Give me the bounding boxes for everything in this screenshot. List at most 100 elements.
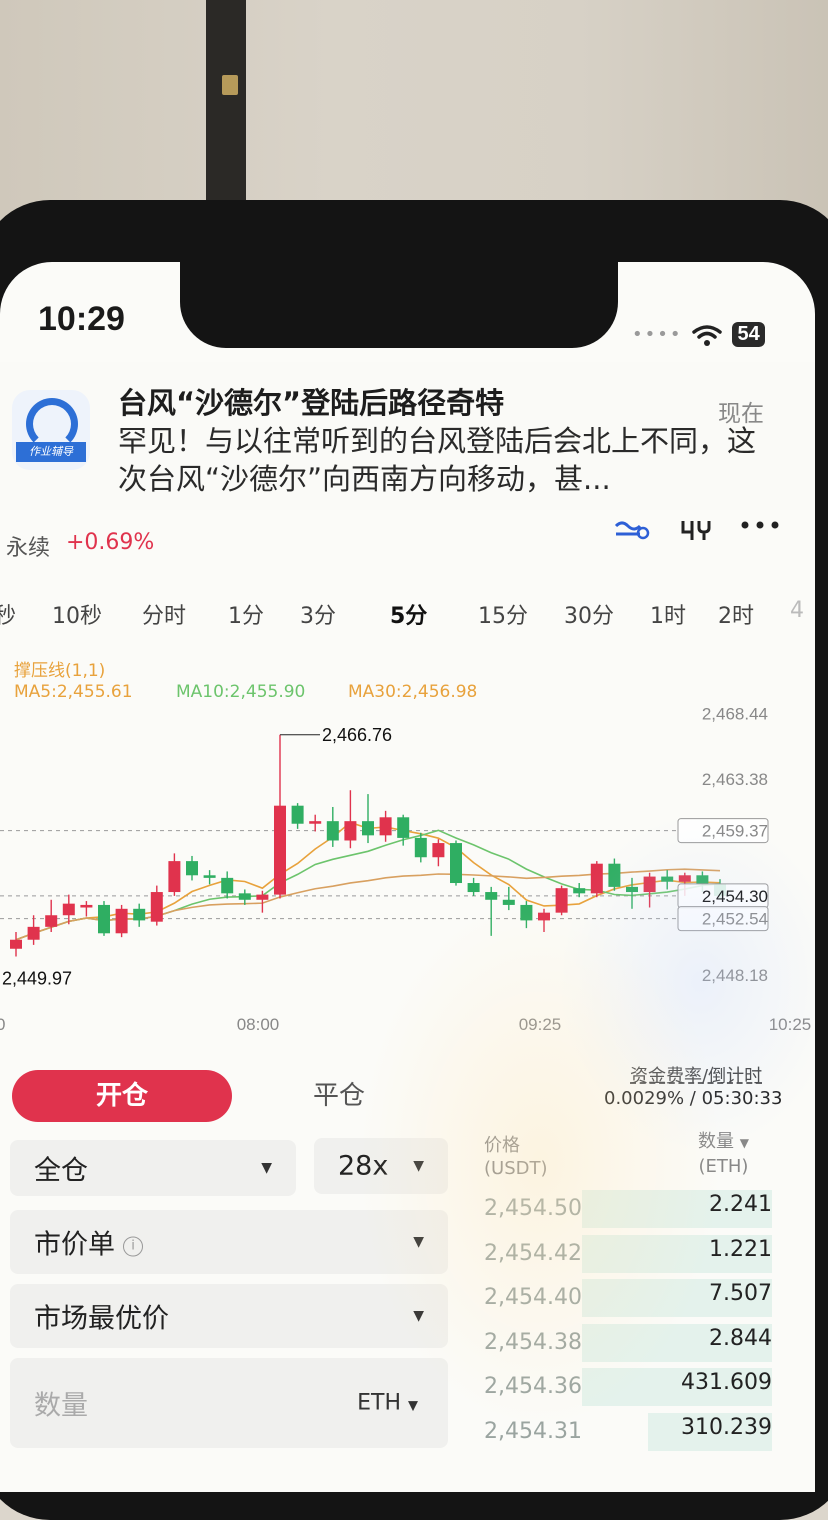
quantity-unit-select[interactable]: ETH ▼ (357, 1391, 418, 1416)
x-tick-label: 10:25 (769, 1015, 812, 1034)
candle-body (80, 904, 93, 908)
orderbook-qty-header[interactable]: 数量 ▼ (ETH) (698, 1130, 749, 1178)
notification-banner[interactable]: 作业辅导 台风“沙德尔”登陆后路径奇特 现在 罕见！与以往常听到的台风登陆后会北… (0, 362, 815, 510)
y-tick-label: 2,468.44 (702, 705, 768, 724)
orderbook-price: 2,454.38 (484, 1329, 582, 1355)
orderbook-qty: 2.241 (709, 1192, 772, 1217)
leverage-select[interactable]: 28x ▼ (314, 1138, 448, 1194)
tab-4h[interactable]: 4 (790, 598, 804, 623)
tab-2h[interactable]: 2时 (718, 598, 754, 630)
leverage-value: 28x (338, 1150, 389, 1182)
orderbook-price: 2,454.50 (484, 1196, 582, 1221)
tab-timeshare[interactable]: 分时 (142, 598, 186, 630)
orderbook-qty: 2.844 (709, 1325, 772, 1351)
candle-body (661, 876, 674, 882)
chevron-down-icon: ▼ (261, 1160, 272, 1176)
y-tick-label: 2,454.30 (702, 887, 768, 906)
chart-settings-icon[interactable] (614, 518, 650, 551)
candle-body (10, 939, 22, 949)
more-icon[interactable] (740, 512, 780, 545)
status-icons: •••• 54 (632, 322, 765, 347)
qty-header-label: 数量 ▼ (698, 1130, 749, 1155)
candle-body (432, 843, 445, 858)
tab-5m[interactable]: 5分 (390, 598, 427, 630)
candle-body (626, 886, 638, 893)
wifi-icon (692, 324, 723, 346)
notification-body: 罕见！与以往常听到的台风登陆后会北上不同，这次台风“沙德尔”向西南方向移动，甚.… (118, 424, 757, 496)
order-type-select[interactable]: 市价单 i ▼ (10, 1210, 448, 1274)
tab-3m[interactable]: 3分 (300, 598, 336, 630)
candle-body (573, 888, 586, 894)
y-tick-label: 2,459.37 (702, 822, 768, 841)
candlestick-chart[interactable]: 撑压线(1,1) MA5:2,455.61 MA10:2,455.90 MA30… (0, 650, 815, 1050)
low-annotation: 2,449.97 (2, 968, 72, 988)
orderbook-price: 2,454.42 (484, 1240, 582, 1266)
candle-body (555, 888, 568, 913)
tab-seconds[interactable]: 秒 (0, 598, 16, 630)
candle-body (379, 817, 392, 836)
battery-icon: 54 (732, 322, 765, 347)
close-position-tab[interactable]: 平仓 (232, 1070, 446, 1122)
price-mode-select[interactable]: 市场最优价 ▼ (10, 1284, 448, 1348)
candle-body (520, 904, 533, 921)
orderbook-row[interactable]: 2,454.36 431.609 (484, 1366, 772, 1410)
orderbook-qty: 431.609 (681, 1370, 772, 1396)
chevron-down-icon: ▼ (413, 1234, 424, 1250)
y-tick-label: 2,463.38 (702, 770, 768, 789)
orderbook-row[interactable]: 2,454.50 2.241 (484, 1188, 772, 1232)
orderbook-price-header: 价格 (USDT) (484, 1134, 548, 1180)
candle-body (467, 883, 480, 893)
chevron-down-icon: ▼ (739, 1136, 749, 1150)
orderbook-row[interactable]: 2,454.40 7.507 (484, 1277, 772, 1321)
candle-body (309, 821, 322, 824)
qty-header-text: 数量 (698, 1131, 734, 1152)
candle-body (678, 875, 691, 882)
orderbook-price: 2,454.31 (484, 1419, 582, 1444)
orderbook-row[interactable]: 2,454.31 310.239 (484, 1411, 772, 1455)
x-tick-label: 09:25 (519, 1015, 562, 1034)
candle-body (274, 805, 286, 895)
high-annotation: 2,466.76 (322, 725, 392, 745)
interval-tabs: 秒 10秒 分时 1分 3分 5分 15分 30分 1时 2时 4 (0, 598, 815, 634)
candle-body (502, 899, 515, 905)
tab-1m[interactable]: 1分 (228, 598, 264, 630)
tab-15m[interactable]: 15分 (478, 598, 528, 630)
candle-body (133, 908, 146, 921)
price-change: +0.69% (66, 530, 155, 555)
tab-1h[interactable]: 1时 (650, 598, 686, 630)
quantity-input[interactable]: 数量 ETH ▼ (10, 1358, 448, 1448)
tab-10s[interactable]: 10秒 (52, 598, 102, 630)
notification-title: 台风“沙德尔”登陆后路径奇特 (118, 386, 505, 420)
orderbook-price: 2,454.36 (484, 1374, 582, 1400)
y-tick-label: 2,452.54 (702, 910, 768, 929)
candle-body (256, 894, 269, 900)
open-position-tab[interactable]: 开仓 (12, 1070, 232, 1122)
info-icon[interactable]: i (123, 1236, 143, 1256)
candle-body (168, 861, 181, 893)
chevron-down-icon: ▼ (413, 1308, 424, 1324)
candle-body (590, 863, 603, 894)
price-header-label: 价格 (484, 1135, 520, 1156)
orderbook-row[interactable]: 2,454.38 2.844 (484, 1322, 772, 1366)
tab-30m[interactable]: 30分 (564, 598, 614, 630)
funding-rate-label[interactable]: 资金费率/倒计时 (630, 1062, 762, 1088)
funding-rate-value: 0.0029% / 05:30:33 (604, 1088, 783, 1109)
margin-mode-select[interactable]: 全仓 ▼ (10, 1140, 296, 1196)
compare-icon[interactable] (680, 518, 712, 551)
phone-notch (180, 262, 618, 348)
qty-header-unit: (ETH) (698, 1156, 749, 1177)
price-header-unit: (USDT) (484, 1158, 548, 1179)
quantity-unit-label: ETH (357, 1390, 401, 1416)
orderbook-row[interactable]: 2,454.42 1.221 (484, 1233, 772, 1277)
orderbook-qty: 1.221 (709, 1236, 772, 1262)
margin-mode-value: 全仓 (34, 1155, 88, 1187)
background-curtain-rod (206, 0, 246, 215)
orderbook-qty: 7.507 (709, 1281, 772, 1307)
candle-body (115, 908, 128, 934)
quantity-placeholder: 数量 (34, 1390, 88, 1422)
candle-body (221, 877, 234, 894)
candle-body (608, 863, 621, 887)
y-tick-label: 2,448.18 (702, 966, 768, 985)
chevron-down-icon: ▼ (413, 1158, 424, 1174)
candle-body (362, 821, 374, 836)
